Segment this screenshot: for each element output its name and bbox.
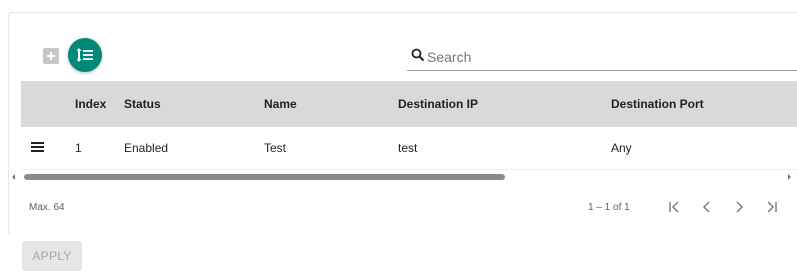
search-icon <box>411 48 425 62</box>
drag-handle-icon[interactable] <box>31 142 44 154</box>
cell-status: Enabled <box>124 141 169 155</box>
add-rule-button[interactable] <box>43 48 59 64</box>
column-header-destination-port[interactable]: Destination Port <box>611 81 704 127</box>
table-row[interactable]: 1 Enabled Test test Any <box>21 127 797 170</box>
scroll-right-icon[interactable] <box>788 174 791 180</box>
table-toolbar <box>9 13 797 81</box>
cell-index: 1 <box>75 141 82 155</box>
column-header-status[interactable]: Status <box>124 81 161 127</box>
last-page-icon <box>767 201 777 213</box>
column-header-index[interactable]: Index <box>75 81 106 127</box>
first-page-icon <box>669 201 679 213</box>
cell-destination-port: Any <box>611 141 632 155</box>
column-header-destination-ip[interactable]: Destination IP <box>398 81 478 127</box>
first-page-button[interactable] <box>663 195 687 219</box>
reorder-rules-button[interactable] <box>68 38 102 72</box>
horizontal-scrollbar[interactable] <box>9 172 797 182</box>
table-header: Index Status Name Destination IP Destina… <box>21 81 797 127</box>
chevron-left-icon <box>703 201 710 213</box>
next-page-button[interactable] <box>727 195 751 219</box>
table-footer: Max. 64 1 – 1 of 1 <box>9 195 797 219</box>
sort-list-icon <box>76 48 93 62</box>
page-range-label: 1 – 1 of 1 <box>588 202 630 213</box>
previous-page-button[interactable] <box>695 195 719 219</box>
max-entries-label: Max. 64 <box>29 202 65 213</box>
scroll-left-icon[interactable] <box>12 174 15 180</box>
last-page-button[interactable] <box>759 195 783 219</box>
apply-button[interactable]: APPLY <box>22 241 82 271</box>
plus-box-icon <box>47 52 55 60</box>
chevron-right-icon <box>736 201 743 213</box>
rules-card: Index Status Name Destination IP Destina… <box>8 12 797 234</box>
rules-table: Index Status Name Destination IP Destina… <box>21 81 797 170</box>
search-input[interactable] <box>427 47 787 67</box>
cell-name: Test <box>264 141 287 155</box>
column-header-name[interactable]: Name <box>264 81 297 127</box>
cell-destination-ip: test <box>398 141 418 155</box>
scrollbar-thumb[interactable] <box>24 174 505 180</box>
search-box <box>407 45 797 71</box>
